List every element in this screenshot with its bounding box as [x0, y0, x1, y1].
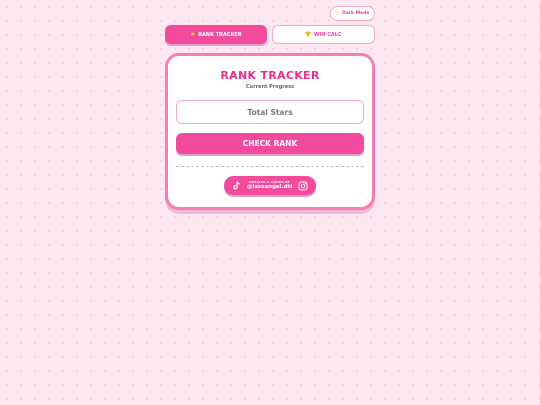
tab-win-calc[interactable]: WIN CALC — [271, 25, 375, 44]
rank-tracker-card: RANK TRACKER Current Progress CHECK RANK… — [165, 53, 375, 210]
page-title: RANK TRACKER — [220, 69, 320, 82]
moon-icon: ☾ — [335, 10, 341, 17]
tab-win-calc-label: WIN CALC — [313, 31, 342, 38]
instagram-icon[interactable] — [298, 181, 308, 191]
tab-bar: ★ RANK TRACKER WIN CALC — [165, 25, 375, 44]
credit-handle[interactable]: @lassangel.dti — [247, 184, 292, 191]
star-icon: ★ — [189, 31, 196, 38]
page-subtitle: Current Progress — [245, 84, 295, 90]
credit-text: CREATED & CODED BY @lassangel.dti — [247, 180, 292, 191]
check-rank-button[interactable]: CHECK RANK — [176, 133, 364, 154]
trophy-icon — [305, 31, 311, 39]
tab-rank-tracker-label: RANK TRACKER — [198, 31, 242, 38]
dark-mode-toggle[interactable]: ☾ Dark Mode — [330, 6, 375, 21]
tiktok-icon[interactable] — [232, 180, 241, 191]
credit-badge: CREATED & CODED BY @lassangel.dti — [224, 176, 316, 195]
total-stars-input[interactable] — [176, 100, 364, 124]
dark-mode-label: Dark Mode — [342, 11, 370, 16]
tab-rank-tracker[interactable]: ★ RANK TRACKER — [165, 25, 267, 44]
divider — [176, 166, 364, 167]
